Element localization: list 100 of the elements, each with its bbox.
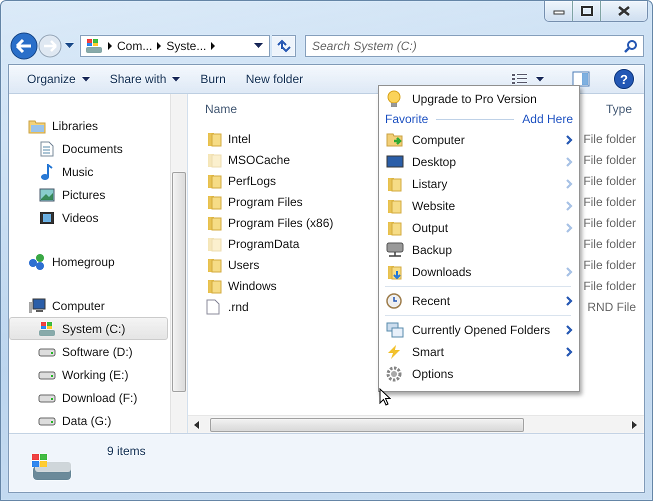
toolbar-button[interactable]: Burn	[190, 68, 236, 90]
folder-icon	[386, 176, 404, 192]
film-icon	[39, 210, 55, 224]
sidebar-item[interactable]: Libraries	[9, 114, 168, 137]
drive-icon	[38, 392, 56, 402]
toolbar-button[interactable]: New folder	[236, 68, 314, 90]
picture-icon	[39, 188, 55, 202]
folder-icon	[206, 256, 222, 272]
toolbar-button[interactable]: Organize	[17, 68, 100, 90]
file-type: File folder	[583, 216, 636, 230]
sidebar-item[interactable]: Data (G:)	[9, 409, 168, 432]
windows-icon	[386, 322, 404, 338]
sidebar-item[interactable]: Music	[9, 160, 168, 183]
section-label: Favorite	[385, 112, 428, 126]
file-name[interactable]: Program Files (x86)	[228, 216, 334, 230]
menu-item[interactable]: Recent	[379, 290, 579, 312]
back-button[interactable]	[9, 31, 39, 61]
menu-item[interactable]: Upgrade to Pro Version	[379, 88, 579, 109]
sidebar-item[interactable]: System (C:)	[9, 317, 168, 340]
file-type: File folder	[583, 236, 636, 250]
sidebar-item[interactable]: Pictures	[9, 183, 168, 206]
drive-icon	[85, 38, 103, 54]
folder-icon	[206, 236, 222, 252]
help-button[interactable]: ?	[614, 69, 634, 89]
drive-icon	[38, 346, 56, 356]
gear-icon	[386, 366, 404, 382]
folder-icon	[386, 220, 404, 236]
menu-item[interactable]: Options	[379, 363, 579, 385]
maximize-icon	[580, 6, 592, 16]
minimize-button[interactable]	[545, 1, 573, 21]
folder-icon	[206, 152, 222, 168]
refresh-icon	[276, 39, 292, 53]
breadcrumb[interactable]: Com...	[117, 39, 152, 53]
file-name[interactable]: Program Files	[228, 194, 303, 208]
file-name[interactable]: Intel	[228, 132, 251, 146]
scroll-right-icon[interactable]	[632, 420, 638, 428]
column-header[interactable]: Type	[606, 102, 632, 116]
sidebar-item[interactable]: Computer	[9, 294, 168, 317]
search-icon[interactable]	[624, 39, 638, 53]
scroll-left-icon[interactable]	[194, 420, 200, 428]
clock-icon	[386, 293, 404, 309]
chevron-icon	[108, 42, 112, 50]
file-name[interactable]: PerfLogs	[228, 174, 276, 188]
sidebar-item[interactable]: Download (F:)	[9, 386, 168, 409]
file-name[interactable]: Users	[228, 258, 260, 272]
file-name[interactable]: Windows	[228, 278, 277, 292]
folder-icon	[206, 214, 222, 230]
sidebar-item[interactable]: Working (E:)	[9, 363, 168, 386]
caret-icon[interactable]	[536, 76, 544, 82]
menu-item[interactable]: Computer	[379, 129, 579, 151]
file-name[interactable]: MSOCache	[228, 152, 290, 166]
drive-icon	[38, 416, 56, 426]
close-button[interactable]	[601, 1, 647, 21]
menu-item[interactable]: Downloads	[379, 261, 579, 283]
sidebar-item[interactable]: Software (D:)	[9, 340, 168, 363]
caret-icon[interactable]	[254, 43, 263, 49]
toolbar-button[interactable]: Share with	[100, 68, 190, 90]
view-options-icon[interactable]	[512, 73, 528, 85]
menu-item[interactable]: Website	[379, 195, 579, 217]
network-drive-icon	[386, 242, 404, 258]
horizontal-scrollbar[interactable]	[188, 415, 644, 433]
file-name[interactable]: ProgramData	[228, 236, 300, 250]
file-type: File folder	[583, 278, 636, 292]
item-count: 9 items	[107, 444, 146, 458]
menu-item[interactable]: Listary	[379, 173, 579, 195]
menu-item[interactable]: Backup	[379, 239, 579, 261]
menu-item[interactable]: Smart	[379, 341, 579, 363]
scroll-thumb[interactable]	[172, 172, 186, 392]
menu-item[interactable]: Desktop	[379, 151, 579, 173]
sidebar-item[interactable]: Videos	[9, 206, 168, 229]
search-field[interactable]: Search System (C:)	[305, 35, 644, 57]
folder-icon	[386, 198, 404, 214]
file-name[interactable]: .rnd	[228, 300, 249, 314]
menu-item[interactable]: Output	[379, 217, 579, 239]
add-here-link[interactable]: Add Here	[522, 112, 573, 126]
menu-item[interactable]: Currently Opened Folders	[379, 319, 579, 341]
download-folder-icon	[386, 264, 404, 280]
breadcrumb[interactable]: Syste...	[166, 39, 206, 53]
folder-icon	[206, 172, 222, 188]
homegroup-icon	[28, 252, 46, 270]
sidebar-item[interactable]: Documents	[9, 137, 168, 160]
vertical-scrollbar[interactable]	[170, 94, 187, 433]
folder-arrow-icon	[386, 132, 404, 148]
file-type: RND File	[587, 300, 636, 314]
column-header[interactable]: Name	[205, 102, 238, 116]
maximize-button[interactable]	[573, 1, 601, 21]
monitor-icon	[386, 155, 404, 169]
folder-icon	[206, 194, 222, 210]
sidebar-item[interactable]: Homegroup	[9, 250, 168, 273]
close-icon	[617, 6, 631, 16]
chevron-icon	[211, 42, 216, 50]
preview-pane-icon[interactable]	[572, 71, 590, 87]
address-bar[interactable]: Com... Syste...	[80, 35, 270, 57]
file-type: File folder	[583, 194, 636, 208]
folder-icon	[206, 278, 222, 294]
caret-icon[interactable]	[65, 43, 74, 49]
refresh-button[interactable]	[272, 35, 296, 57]
scroll-thumb[interactable]	[210, 418, 524, 432]
file-type: File folder	[583, 152, 636, 166]
system-drive-icon	[38, 320, 56, 336]
